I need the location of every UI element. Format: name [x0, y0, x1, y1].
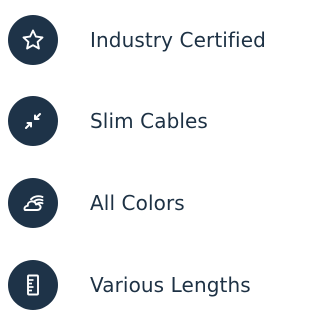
star-icon	[8, 15, 58, 65]
compress-arrows-icon	[8, 96, 58, 146]
feature-label: All Colors	[90, 191, 185, 215]
feature-label: Various Lengths	[90, 273, 251, 297]
rainbow-cloud-icon	[8, 178, 58, 228]
feature-item-various-lengths: Various Lengths	[8, 259, 280, 311]
feature-item-all-colors: All Colors	[8, 177, 280, 229]
feature-item-slim-cables: Slim Cables	[8, 95, 280, 147]
feature-label: Slim Cables	[90, 109, 208, 133]
ruler-icon	[8, 260, 58, 310]
feature-item-industry-certified: Industry Certified	[8, 14, 280, 66]
feature-label: Industry Certified	[90, 28, 266, 52]
